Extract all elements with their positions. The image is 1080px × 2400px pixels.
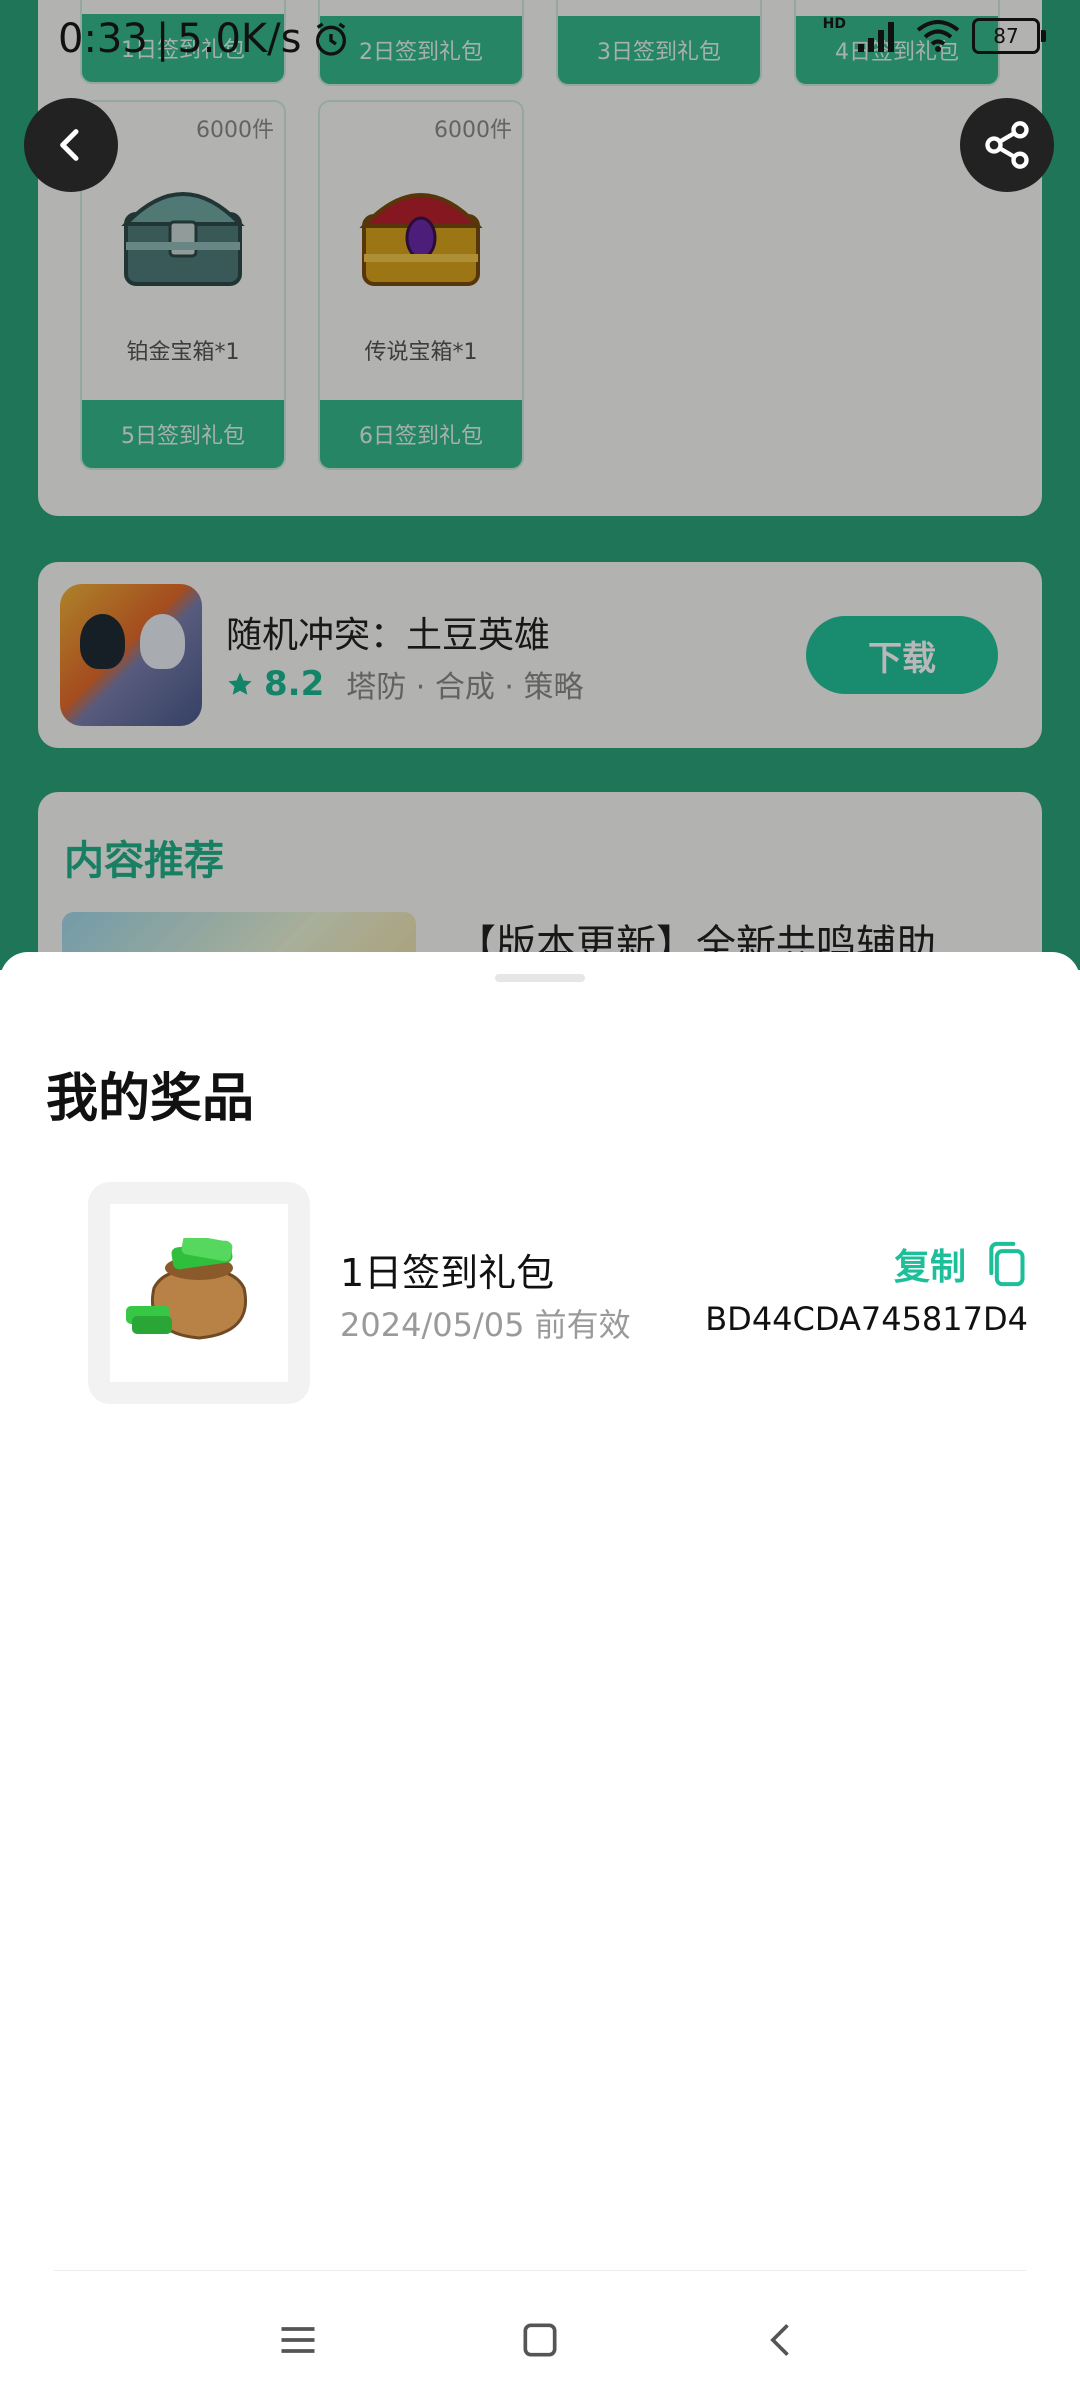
status-time: 0:33 <box>58 16 148 62</box>
share-icon <box>985 121 1029 169</box>
back-nav-icon[interactable] <box>760 2318 804 2362</box>
wifi-icon <box>916 20 960 52</box>
sheet-title: 我的奖品 <box>46 1069 255 1129</box>
prize-code: BD44CDA745817D4 <box>705 1300 1028 1338</box>
page-background: 1日签到礼包 2日签到礼包 3日签到礼包 4日签到礼包 6000件 铂金宝箱*1… <box>0 0 1080 970</box>
prize-item: 1日签到礼包 2024/05/05 前有效 复制 BD44CDA745817D4 <box>88 1182 1028 1404</box>
chevron-left-icon <box>60 129 79 161</box>
status-bar: 0:33 | 5.0K/s HD 87 <box>0 0 1080 80</box>
signal-icon <box>858 22 894 52</box>
battery-icon: 87 <box>972 18 1046 54</box>
alarm-icon <box>316 22 347 56</box>
home-icon[interactable] <box>518 2318 562 2362</box>
status-divider: | <box>155 16 170 62</box>
back-button[interactable] <box>24 98 118 192</box>
prize-expiry: 2024/05/05 前有效 <box>340 1306 631 1344</box>
prize-image-frame <box>88 1182 310 1404</box>
nav-divider <box>54 2270 1026 2271</box>
copy-icon <box>989 1241 1025 1287</box>
dim-overlay[interactable] <box>0 0 1080 970</box>
sheet-drag-handle[interactable] <box>495 974 585 982</box>
menu-icon[interactable] <box>276 2318 320 2362</box>
status-speed: 5.0K/s <box>177 16 302 62</box>
share-button[interactable] <box>960 98 1054 192</box>
battery-level: 87 <box>993 24 1019 48</box>
system-nav-bar <box>0 2270 1080 2400</box>
copy-button[interactable]: 复制 <box>894 1238 1028 1290</box>
prize-name: 1日签到礼包 <box>340 1251 555 1295</box>
network-badge: HD <box>822 16 846 32</box>
copy-label: 复制 <box>893 1247 966 1288</box>
prize-sheet: 我的奖品 1日签到礼包 2024/05/05 前有效 复制 BD44CDA745… <box>0 952 1080 2400</box>
money-bag-icon <box>126 1238 247 1340</box>
